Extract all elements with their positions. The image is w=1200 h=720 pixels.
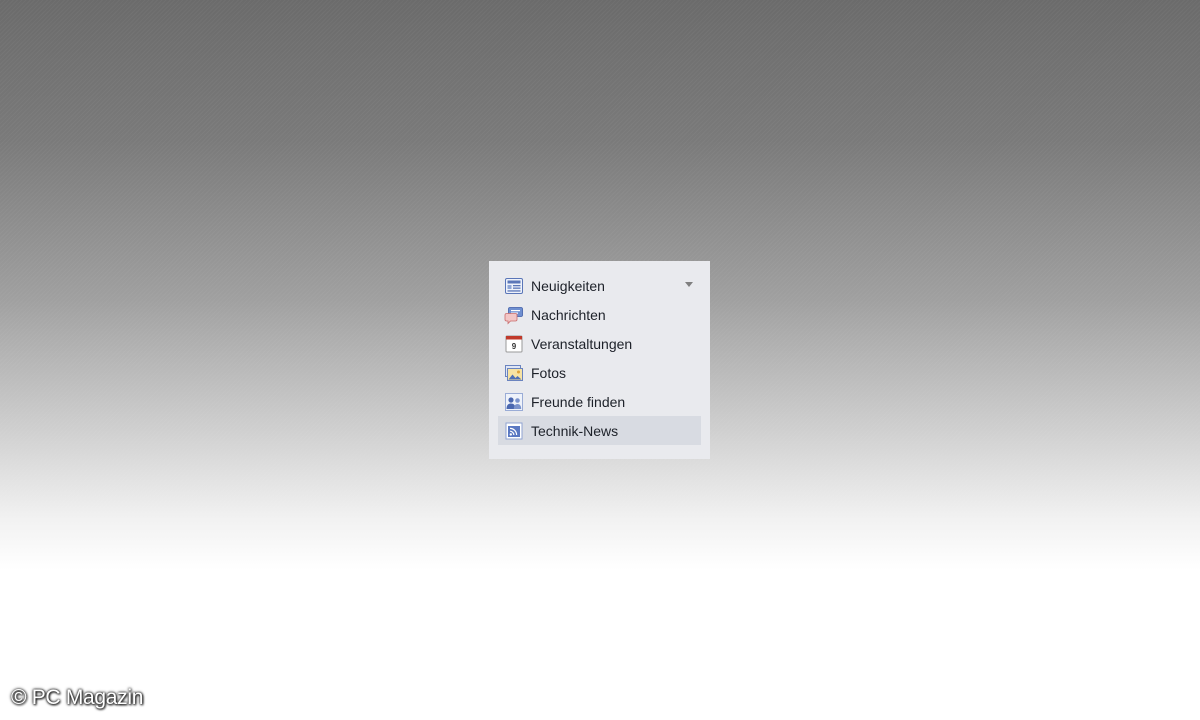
menu-item-nachrichten[interactable]: Nachrichten	[498, 300, 701, 329]
calendar-icon: 9	[504, 334, 524, 354]
menu-item-label: Neuigkeiten	[531, 277, 605, 294]
menu-item-freunde-finden[interactable]: Freunde finden	[498, 387, 701, 416]
menu-item-label: Nachrichten	[531, 306, 606, 323]
find-friends-icon	[504, 392, 524, 412]
menu-item-label: Technik-News	[531, 422, 619, 439]
photos-icon	[504, 363, 524, 383]
chevron-down-icon[interactable]	[685, 282, 693, 287]
menu-item-label: Freunde finden	[531, 393, 626, 410]
menu-item-veranstaltungen[interactable]: 9 Veranstaltungen	[498, 329, 701, 358]
menu-item-neuigkeiten[interactable]: Neuigkeiten	[498, 271, 701, 300]
rss-feed-icon	[504, 421, 524, 441]
news-feed-icon	[504, 276, 524, 296]
watermark: © PC Magazin	[11, 686, 144, 709]
menu-item-fotos[interactable]: Fotos	[498, 358, 701, 387]
navigation-menu: Neuigkeiten Nachrichten 9 Veranstaltunge…	[489, 261, 710, 459]
messages-icon	[504, 305, 524, 325]
menu-item-label: Fotos	[531, 364, 567, 381]
menu-item-label: Veranstaltungen	[531, 335, 633, 352]
menu-item-technik-news[interactable]: Technik-News	[498, 416, 701, 445]
calendar-day-text: 9	[512, 342, 517, 351]
